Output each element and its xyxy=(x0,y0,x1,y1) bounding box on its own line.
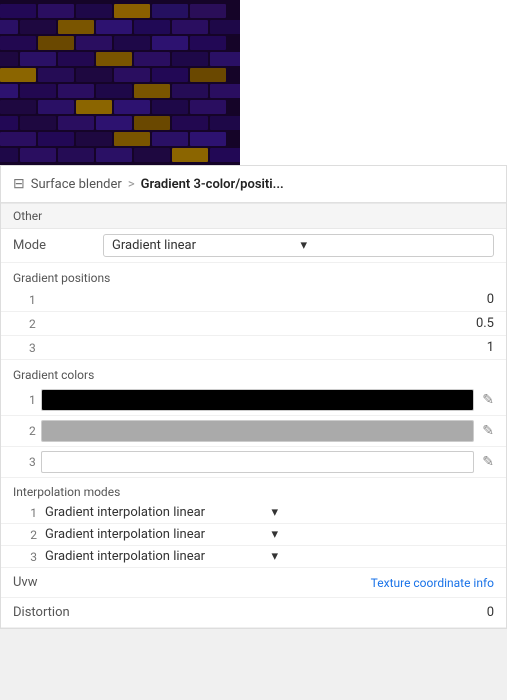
color-edit-icon-2[interactable]: ✎ xyxy=(482,423,494,439)
uvw-row: Uvw Texture coordinate info xyxy=(1,568,506,598)
interp-select-1[interactable]: Gradient interpolation linear ▾ xyxy=(45,505,494,520)
interp-select-3[interactable]: Gradient interpolation linear ▾ xyxy=(45,549,494,564)
interpolation-modes-label: Interpolation modes xyxy=(1,478,506,502)
gradient-position-row-1: 1 0 xyxy=(1,288,506,312)
position-index-2: 2 xyxy=(13,317,33,331)
gradient-position-row-3: 3 1 xyxy=(1,336,506,360)
interp-value-2: Gradient interpolation linear xyxy=(45,527,268,542)
breadcrumb-separator: > xyxy=(128,177,135,192)
interp-arrow-icon-2: ▾ xyxy=(272,527,495,542)
uvw-label: Uvw xyxy=(13,575,371,590)
color-swatch-2[interactable] xyxy=(41,420,474,442)
breadcrumb-parent[interactable]: Surface blender xyxy=(31,177,122,192)
mode-select[interactable]: Gradient linear ▾ xyxy=(103,234,494,257)
distortion-value: 0 xyxy=(487,605,494,620)
breadcrumb-current: Gradient 3-color/positi... xyxy=(141,177,284,192)
texture-canvas xyxy=(0,0,240,165)
color-edit-icon-1[interactable]: ✎ xyxy=(482,392,494,408)
position-index-3: 3 xyxy=(13,341,33,355)
gradient-color-row-2: 2 ✎ xyxy=(1,416,506,447)
mode-value: Gradient linear xyxy=(112,238,297,253)
interp-row-2: 2 Gradient interpolation linear ▾ xyxy=(1,524,506,546)
color-index-3: 3 xyxy=(13,455,33,469)
interp-arrow-icon-1: ▾ xyxy=(272,505,495,520)
node-icon: ⊟ xyxy=(13,176,25,192)
color-swatch-3[interactable] xyxy=(41,451,474,473)
mode-label: Mode xyxy=(13,238,103,253)
distortion-row: Distortion 0 xyxy=(1,598,506,628)
distortion-label: Distortion xyxy=(13,605,487,620)
gradient-position-row-2: 2 0.5 xyxy=(1,312,506,336)
gradient-color-row-1: 1 ✎ xyxy=(1,385,506,416)
texture-coordinate-link[interactable]: Texture coordinate info xyxy=(371,576,494,590)
interp-value-1: Gradient interpolation linear xyxy=(45,505,268,520)
position-value-3: 1 xyxy=(33,340,494,355)
position-index-1: 1 xyxy=(13,293,33,307)
gradient-color-row-3: 3 ✎ xyxy=(1,447,506,478)
gradient-positions-label: Gradient positions xyxy=(1,263,506,288)
interp-select-2[interactable]: Gradient interpolation linear ▾ xyxy=(45,527,494,542)
section-other-header: Other xyxy=(1,203,506,229)
color-edit-icon-3[interactable]: ✎ xyxy=(482,454,494,470)
interp-row-3: 3 Gradient interpolation linear ▾ xyxy=(1,546,506,568)
mode-row: Mode Gradient linear ▾ xyxy=(1,229,506,263)
interp-index-2: 2 xyxy=(13,528,37,542)
gradient-colors-label: Gradient colors xyxy=(1,360,506,385)
color-swatch-1[interactable] xyxy=(41,389,474,411)
position-value-1: 0 xyxy=(33,292,494,307)
properties-panel: ⊟ Surface blender > Gradient 3-color/pos… xyxy=(0,165,507,629)
interp-index-3: 3 xyxy=(13,550,37,564)
interp-value-3: Gradient interpolation linear xyxy=(45,549,268,564)
interp-arrow-icon-3: ▾ xyxy=(272,549,495,564)
color-index-2: 2 xyxy=(13,424,33,438)
interp-index-1: 1 xyxy=(13,506,37,520)
breadcrumb: ⊟ Surface blender > Gradient 3-color/pos… xyxy=(1,166,506,203)
position-value-2: 0.5 xyxy=(33,316,494,331)
mode-arrow-icon: ▾ xyxy=(301,238,486,253)
interp-row-1: 1 Gradient interpolation linear ▾ xyxy=(1,502,506,524)
texture-preview xyxy=(0,0,240,165)
color-index-1: 1 xyxy=(13,393,33,407)
